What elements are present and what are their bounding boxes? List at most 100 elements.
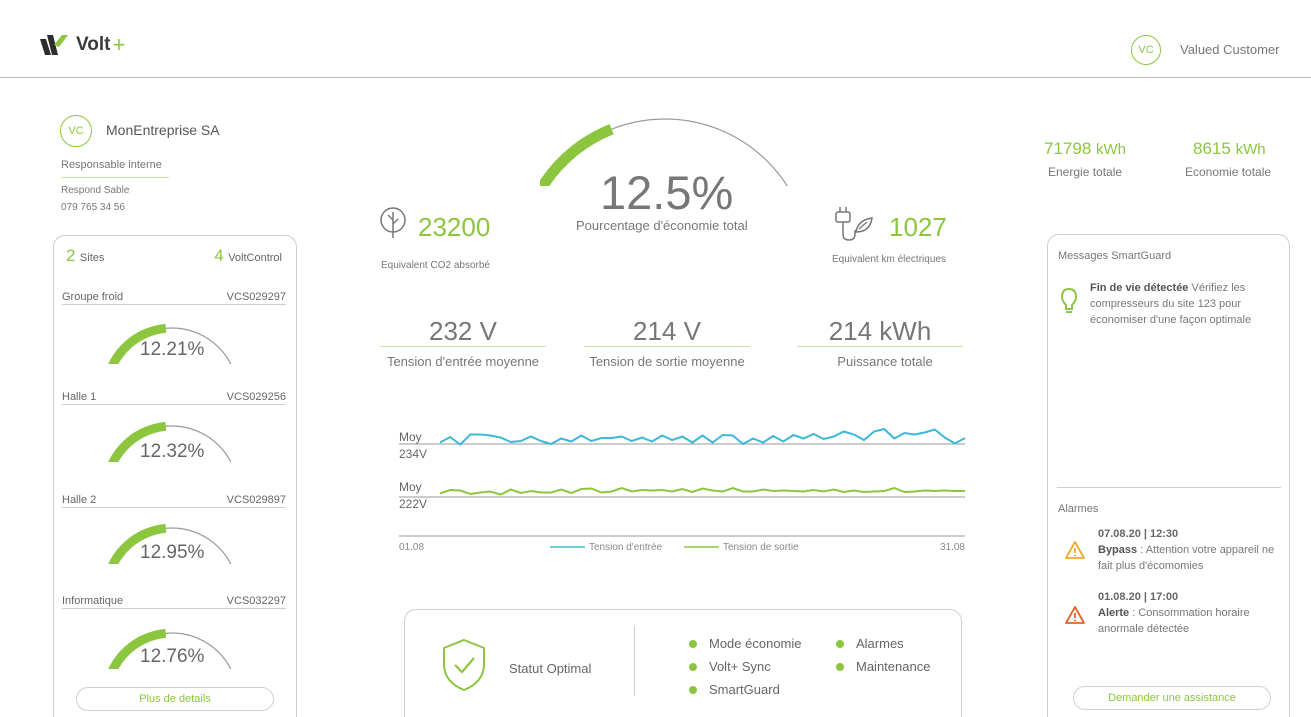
alarm-kind: Alerte [1098, 607, 1130, 619]
user-name[interactable]: Valued Customer [1180, 42, 1279, 57]
alarms-title: Alarmes [1058, 503, 1099, 515]
status-dot [689, 662, 697, 671]
output-voltage-series [439, 486, 965, 496]
status-item-label: Mode économie [709, 636, 802, 651]
voltcontrol-count-number: 4 [214, 246, 224, 265]
x-start-label: 01.08 [399, 542, 424, 553]
km-value: 1027 [889, 212, 947, 242]
sites-count-label: Sites [79, 252, 105, 264]
site-row[interactable]: Halle 2 VCS029897 [62, 494, 286, 508]
total-energy-unit: kWh [1096, 141, 1127, 158]
status-dot [689, 685, 697, 694]
site-code: VCS029256 [226, 391, 286, 403]
shield-check-icon [443, 638, 485, 692]
metric-divider [797, 346, 963, 347]
output-voltage-label: Tension de sortie moyenne [589, 354, 745, 369]
total-energy-label: Energie totale [1048, 165, 1123, 179]
plug-leaf-icon [835, 207, 873, 241]
alarm-time: 07.08.20 | 12:30 [1098, 528, 1179, 540]
site-name: Informatique [62, 595, 124, 607]
responsible-phone: 079 765 34 56 [61, 202, 125, 213]
alarm-item[interactable]: 01.08.20 | 17:00 Alerte : Consommation h… [1098, 589, 1284, 637]
status-label: Statut Optimal [509, 661, 592, 676]
site-code: VCS029297 [226, 291, 286, 303]
user-avatar[interactable]: VC [1131, 35, 1161, 65]
status-item-label: Maintenance [856, 659, 931, 674]
input-voltage-series [439, 427, 966, 446]
input-avg-label-top: Moy [399, 430, 422, 444]
warning-icon [1065, 541, 1085, 559]
details-button[interactable]: Plus de details [76, 687, 274, 711]
status-dot [689, 639, 697, 648]
status-dot [836, 639, 844, 648]
company-name: MonEntreprise SA [106, 122, 220, 138]
site-code: VCS032297 [226, 595, 286, 607]
input-voltage-label: Tension d'entrée moyenne [386, 354, 540, 369]
site-percentage: 12.21% [140, 339, 205, 360]
volt-logo-icon [40, 35, 68, 55]
site-row[interactable]: Halle 1 VCS029256 [62, 391, 286, 405]
status-item: Maintenance [836, 659, 930, 674]
responsible-name: Respond Sable [61, 185, 130, 196]
site-percentage: 12.76% [140, 646, 205, 667]
alert-icon [1065, 606, 1085, 624]
metric-divider [380, 346, 546, 347]
legend-output-label: Tension de sortie [723, 542, 799, 553]
input-avg-label-bottom: 234V [399, 447, 427, 461]
status-divider [634, 626, 635, 696]
co2-value: 23200 [418, 212, 491, 242]
tree-icon [380, 207, 406, 238]
volt-logo[interactable]: Volt + [40, 32, 125, 58]
site-percentage: 12.95% [140, 542, 205, 563]
site-code: VCS029897 [226, 494, 286, 506]
status-item-label: Alarmes [856, 636, 904, 651]
request-assistance-button[interactable]: Demander une assistance [1073, 686, 1271, 710]
alarm-item[interactable]: 07.08.20 | 12:30 Bypass : Attention votr… [1098, 526, 1284, 574]
alarm-kind: Bypass [1098, 544, 1138, 556]
responsible-title: Responsable interne [61, 159, 169, 178]
brand-plus: + [112, 32, 126, 57]
company-avatar: VC [60, 115, 92, 147]
status-item-label: Volt+ Sync [709, 659, 771, 674]
total-power-label: Puissance totale [837, 354, 933, 369]
output-avg-label-bottom: 222V [399, 497, 427, 511]
status-item: Alarmes [836, 636, 904, 651]
total-saving-unit: kWh [1235, 141, 1266, 158]
brand-name: Volt [76, 34, 111, 55]
site-percentage: 12.32% [140, 441, 205, 462]
messages-divider [1057, 487, 1281, 488]
sites-count-number: 2 [66, 246, 76, 265]
total-energy-value: 71798 kWh [1044, 139, 1126, 159]
top-bar [0, 0, 1311, 78]
legend-input-label: Tension d'entrée [589, 542, 663, 553]
messages-title: Messages SmartGuard [1058, 250, 1172, 262]
total-saving-number: 8615 [1193, 139, 1231, 158]
site-name: Groupe froid [62, 291, 124, 303]
input-voltage-value: 232 V [429, 316, 497, 346]
site-row[interactable]: Informatique VCS032297 [62, 595, 286, 609]
alarm-time: 01.08.20 | 17:00 [1098, 591, 1179, 603]
alarm-text: Bypass : Attention votre appareil ne fai… [1098, 542, 1284, 574]
total-savings-percentage: 12.5% [600, 166, 734, 219]
status-item: Mode économie [689, 636, 802, 651]
status-item-label: SmartGuard [709, 682, 780, 697]
voltage-chart: Moy 234V Moy 222V 01.08 31.08 Tension d'… [399, 427, 966, 553]
site-row[interactable]: Groupe froid VCS029297 [62, 291, 286, 305]
voltcontrol-count-label: VoltControl [228, 252, 282, 264]
total-saving-value: 8615 kWh [1193, 139, 1266, 159]
km-label: Equivalent km électriques [832, 254, 946, 265]
status-item: SmartGuard [689, 682, 780, 697]
voltcontrol-count: 4 VoltControl [214, 246, 282, 266]
output-avg-label-top: Moy [399, 480, 422, 494]
status-item: Volt+ Sync [689, 659, 771, 674]
total-energy-number: 71798 [1044, 139, 1092, 158]
status-panel: Statut Optimal Mode économie Volt+ Sync … [404, 609, 962, 717]
total-power-value: 214 kWh [828, 316, 932, 346]
alarm-text: Alerte : Consommation horaire anormale d… [1098, 605, 1284, 637]
message-title: Fin de vie détectée [1090, 282, 1189, 294]
site-name: Halle 2 [62, 494, 97, 506]
sites-panel: 2 Sites 4 VoltControl Groupe froid VCS02… [53, 235, 297, 717]
site-name: Halle 1 [62, 391, 97, 403]
lightbulb-icon [1060, 287, 1078, 313]
total-savings-label: Pourcentage d'économie total [576, 218, 748, 233]
